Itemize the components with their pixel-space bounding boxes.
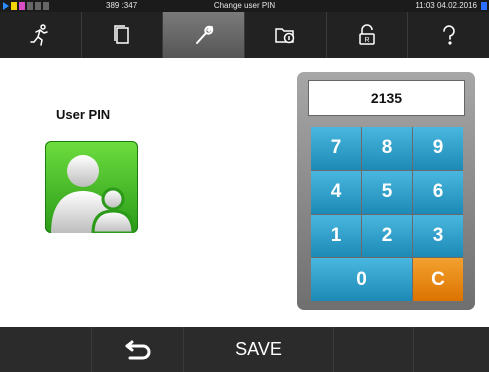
question-icon bbox=[442, 25, 455, 45]
bottom-slot-empty bbox=[0, 327, 92, 372]
status-bar: 389 :347 Change user PIN 11:03 04.02.201… bbox=[0, 0, 489, 12]
info-folder-icon bbox=[275, 28, 295, 44]
key-6[interactable]: 6 bbox=[413, 170, 463, 214]
pin-display: 2135 bbox=[308, 80, 465, 116]
tab-program[interactable] bbox=[0, 12, 82, 58]
key-2[interactable]: 2 bbox=[362, 214, 412, 258]
back-arrow-icon bbox=[125, 340, 150, 359]
date-time: 11:03 04.02.2016 bbox=[415, 1, 477, 10]
bottom-slot-empty bbox=[414, 327, 489, 372]
keypad-keys: 7 8 9 4 5 6 1 2 3 0 C bbox=[311, 127, 463, 301]
main-menu: R bbox=[0, 12, 489, 58]
key-9[interactable]: 9 bbox=[413, 127, 463, 170]
page-title: User PIN bbox=[56, 107, 111, 122]
key-8[interactable]: 8 bbox=[362, 127, 412, 170]
running-man-icon bbox=[30, 24, 49, 46]
key-1[interactable]: 1 bbox=[311, 214, 361, 258]
tab-logs[interactable] bbox=[82, 12, 164, 58]
save-button[interactable]: SAVE bbox=[184, 327, 334, 372]
key-4[interactable]: 4 bbox=[311, 170, 361, 214]
bottom-bar: SAVE bbox=[0, 327, 489, 372]
tab-help[interactable] bbox=[408, 12, 489, 58]
save-label: SAVE bbox=[235, 339, 282, 359]
back-button[interactable] bbox=[92, 327, 184, 372]
lock-icon: R bbox=[359, 24, 375, 45]
svg-text:R: R bbox=[364, 37, 369, 44]
key-5[interactable]: 5 bbox=[362, 170, 412, 214]
tab-login[interactable]: R bbox=[327, 12, 409, 58]
bottom-slot-empty bbox=[334, 327, 414, 372]
tab-settings[interactable] bbox=[163, 12, 246, 58]
key-3[interactable]: 3 bbox=[413, 214, 463, 258]
clear-button[interactable]: C bbox=[413, 258, 463, 301]
key-0[interactable]: 0 bbox=[311, 258, 412, 301]
key-7[interactable]: 7 bbox=[311, 127, 361, 170]
pin-keypad: 2135 7 8 9 4 5 6 1 2 3 0 C bbox=[297, 72, 475, 310]
user-group-icon bbox=[45, 141, 138, 233]
documents-icon bbox=[114, 25, 129, 44]
tab-info[interactable] bbox=[245, 12, 327, 58]
battery-icon bbox=[481, 2, 487, 10]
wrench-icon bbox=[195, 25, 213, 44]
